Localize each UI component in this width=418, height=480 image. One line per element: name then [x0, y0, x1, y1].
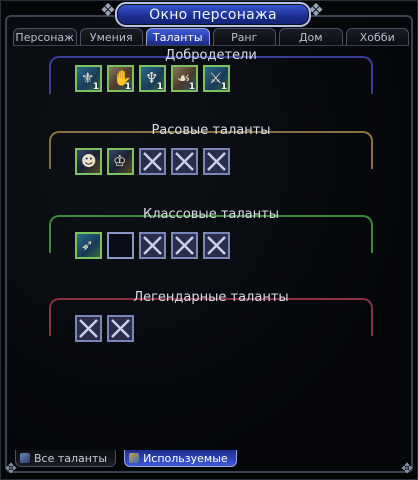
- tab-hobby[interactable]: Хобби: [345, 28, 409, 45]
- tab-label: Хобби: [359, 30, 395, 44]
- empty-talent-slot[interactable]: [203, 148, 230, 175]
- tab-label: Персонаж: [15, 30, 75, 44]
- virtue-slot[interactable]: ♆ 1: [139, 65, 166, 92]
- virtue-slot[interactable]: ✋ 1: [107, 65, 134, 92]
- empty-slot-icon: [175, 152, 194, 171]
- tab-in-use-label: Используемые: [143, 451, 228, 465]
- tab-rank[interactable]: Ранг: [212, 28, 276, 45]
- empty-talent-slot[interactable]: [139, 148, 166, 175]
- class-talent-icon: ➶: [81, 236, 94, 254]
- tab-skills[interactable]: Умения: [79, 28, 143, 45]
- racial-talent-icon: ☻: [81, 152, 97, 170]
- empty-talent-slot[interactable]: [171, 148, 198, 175]
- section-title-legendary: Легендарные таланты: [133, 290, 289, 305]
- tab-label: Умения: [89, 30, 133, 44]
- empty-talent-slot[interactable]: [203, 232, 230, 259]
- tab-divider: [13, 45, 409, 46]
- empty-slot-icon: [175, 236, 194, 255]
- character-window: ❖ Окно персонажа ❖ Персонаж Умения Талан…: [0, 0, 418, 480]
- in-use-icon: [129, 453, 140, 463]
- section-title-class: Классовые таланты: [143, 207, 279, 222]
- window-title-text: Окно персонажа: [149, 6, 277, 23]
- tab-all-talents-label: Все таланты: [34, 451, 108, 465]
- virtue-slot[interactable]: ⚔ 1: [203, 65, 230, 92]
- section-title-virtues: Добродетели: [165, 48, 257, 63]
- empty-talent-slot[interactable]: [75, 315, 102, 342]
- corner-ornament-icon: ✥: [401, 461, 413, 477]
- tab-house[interactable]: Дом: [279, 28, 343, 45]
- tab-talents[interactable]: Таланты: [146, 28, 210, 45]
- legendary-slots: [75, 315, 134, 342]
- tab-character[interactable]: Персонаж: [13, 28, 77, 45]
- empty-talent-slot[interactable]: [139, 232, 166, 259]
- class-talent-slot[interactable]: ➶: [75, 232, 102, 259]
- empty-slot-icon: [207, 152, 226, 171]
- empty-talent-slot[interactable]: [107, 315, 134, 342]
- virtue-slot[interactable]: ⚜ 1: [75, 65, 102, 92]
- section-title-racial: Расовые таланты: [151, 123, 271, 138]
- racial-talent-slot[interactable]: ☻: [75, 148, 102, 175]
- empty-slot-icon: [111, 319, 130, 338]
- virtue-count: 1: [124, 82, 131, 92]
- window-title: Окно персонажа: [115, 2, 311, 27]
- tab-label: Дом: [298, 30, 323, 44]
- empty-slot-icon: [143, 152, 162, 171]
- bottom-tab-bar: Все таланты Используемые: [15, 450, 237, 468]
- virtue-count: 1: [188, 82, 195, 92]
- title-ornament-right-icon: ❖: [307, 0, 325, 21]
- empty-slot-icon: [207, 236, 226, 255]
- tab-bar: Персонаж Умения Таланты Ранг Дом Хобби: [13, 28, 409, 46]
- racial-talent-icon: ♔: [113, 152, 127, 170]
- racial-slots: ☻ ♔: [75, 148, 230, 175]
- virtue-count: 1: [92, 82, 99, 92]
- racial-talent-slot[interactable]: ♔: [107, 148, 134, 175]
- tab-label: Ранг: [231, 30, 258, 44]
- class-slots: ➶: [75, 232, 230, 259]
- empty-slot-icon: [79, 319, 98, 338]
- tab-all-talents[interactable]: Все таланты: [15, 450, 117, 467]
- virtue-count: 1: [156, 82, 163, 92]
- all-talents-icon: [20, 453, 30, 463]
- empty-talent-slot[interactable]: [171, 232, 198, 259]
- blank-talent-slot[interactable]: [107, 232, 134, 259]
- tab-label: Таланты: [152, 30, 203, 44]
- tab-in-use[interactable]: Используемые: [124, 450, 237, 467]
- virtue-slot[interactable]: ☙ 1: [171, 65, 198, 92]
- virtue-count: 1: [220, 82, 227, 92]
- empty-slot-icon: [143, 236, 162, 255]
- virtues-slots: ⚜ 1 ✋ 1 ♆ 1 ☙ 1 ⚔ 1: [75, 65, 230, 92]
